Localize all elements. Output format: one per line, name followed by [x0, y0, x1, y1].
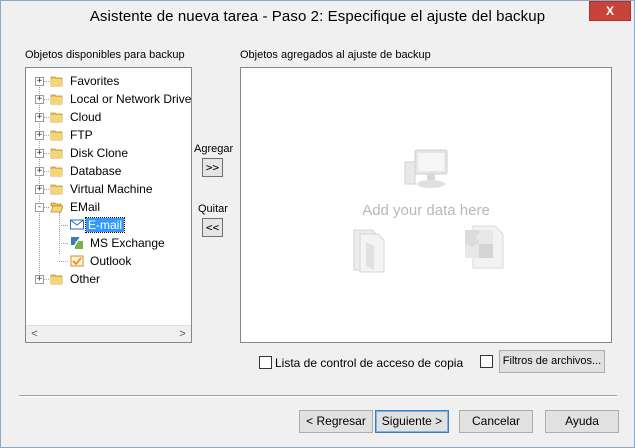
remove-button[interactable]: <<	[202, 218, 223, 237]
cancel-button[interactable]: Cancelar	[459, 410, 533, 433]
expand-icon[interactable]: +	[35, 149, 44, 158]
added-objects-area[interactable]: Add your data here	[240, 67, 612, 343]
tree-item-label: E-mail	[84, 217, 126, 233]
tree-item-label: Cloud	[70, 110, 102, 124]
close-button[interactable]: X	[589, 1, 631, 21]
expand-icon[interactable]: +	[35, 167, 44, 176]
tree-item-label: Disk Clone	[70, 146, 129, 160]
documents-icon	[353, 229, 385, 273]
exchange-icon	[70, 236, 83, 249]
folder-icon	[50, 182, 63, 195]
tree-item-label: FTP	[70, 128, 93, 142]
envelope-icon	[70, 218, 84, 231]
separator	[19, 395, 617, 397]
tree-item-outlook[interactable]: Outlook	[26, 252, 191, 270]
outlook-icon	[70, 254, 84, 267]
folder-icon	[50, 164, 63, 177]
tree-item-ms-exchange[interactable]: MS Exchange	[26, 234, 191, 252]
tree-item-label: Outlook	[90, 254, 132, 268]
available-objects-tree[interactable]: + Favorites + Local or Network Drive + Cloud +…	[25, 67, 192, 343]
expand-icon[interactable]: +	[35, 131, 44, 140]
folder-icon	[50, 74, 63, 87]
tree-item-label: MS Exchange	[90, 236, 165, 250]
folder-icon	[50, 272, 63, 285]
tree-item-database[interactable]: + Database	[26, 162, 191, 180]
tree-connector	[59, 261, 68, 262]
tree-item-label: Other	[70, 272, 101, 286]
folder-icon	[50, 110, 63, 123]
tree-item-virtual-machine[interactable]: + Virtual Machine	[26, 180, 191, 198]
tree-item-other[interactable]: + Other	[26, 270, 191, 288]
tree-content: + Favorites + Local or Network Drive + Cloud +…	[26, 68, 191, 326]
tree-item-label: EMail	[70, 200, 101, 214]
expand-icon[interactable]: +	[35, 95, 44, 104]
available-objects-label: Objetos disponibles para backup	[25, 49, 185, 61]
tree-connector	[59, 225, 68, 226]
tree-item-email[interactable]: - EMail	[26, 198, 191, 216]
scroll-right-button[interactable]: >	[174, 326, 191, 342]
folder-icon	[50, 92, 63, 105]
horizontal-scrollbar[interactable]: < >	[26, 325, 191, 342]
tree-item-cloud[interactable]: + Cloud	[26, 108, 191, 126]
computer-icon	[404, 149, 448, 188]
add-button[interactable]: >>	[202, 158, 223, 177]
expand-icon[interactable]: +	[35, 77, 44, 86]
folder-icon	[50, 146, 63, 159]
tree-item-favorites[interactable]: + Favorites	[26, 72, 191, 90]
remove-label: Quitar	[198, 203, 228, 215]
collapse-icon[interactable]: -	[35, 203, 44, 212]
acl-copy-label: Lista de control de acceso de copia	[275, 356, 464, 370]
tree-item-label: Virtual Machine	[70, 182, 153, 196]
tree-connector	[59, 243, 68, 244]
acl-copy-checkbox[interactable]	[259, 356, 272, 369]
file-filters-checkbox[interactable]	[480, 355, 493, 368]
tree-item-label: Database	[70, 164, 122, 178]
expand-icon[interactable]: +	[35, 113, 44, 122]
folder-open-icon	[50, 200, 64, 213]
database-puzzle-icon	[465, 225, 504, 269]
folder-icon	[50, 128, 63, 141]
tree-item-label: Favorites	[70, 74, 120, 88]
expand-icon[interactable]: +	[35, 275, 44, 284]
expand-icon[interactable]: +	[35, 185, 44, 194]
back-button[interactable]: < Regresar	[299, 410, 373, 433]
tree-item-local-or-network-drive[interactable]: + Local or Network Drive	[26, 90, 191, 108]
title-bar: Asistente de nueva tarea - Paso 2: Espec…	[1, 1, 634, 33]
tree-item-ftp[interactable]: + FTP	[26, 126, 191, 144]
tree-item-e-mail[interactable]: E-mail	[26, 216, 191, 234]
tree-item-disk-clone[interactable]: + Disk Clone	[26, 144, 191, 162]
wizard-window: Asistente de nueva tarea - Paso 2: Espec…	[0, 0, 635, 448]
next-button[interactable]: Siguiente >	[375, 410, 449, 433]
drop-placeholder-text: Add your data here	[362, 202, 490, 219]
add-label: Agregar	[194, 143, 234, 155]
help-button[interactable]: Ayuda	[545, 410, 619, 433]
window-title: Asistente de nueva tarea - Paso 2: Espec…	[89, 8, 546, 25]
file-filters-button[interactable]: Filtros de archivos...	[499, 350, 605, 373]
scroll-left-button[interactable]: <	[26, 326, 43, 342]
added-objects-label: Objetos agregados al ajuste de backup	[240, 49, 431, 61]
tree-item-label: Local or Network Drive	[70, 92, 191, 106]
